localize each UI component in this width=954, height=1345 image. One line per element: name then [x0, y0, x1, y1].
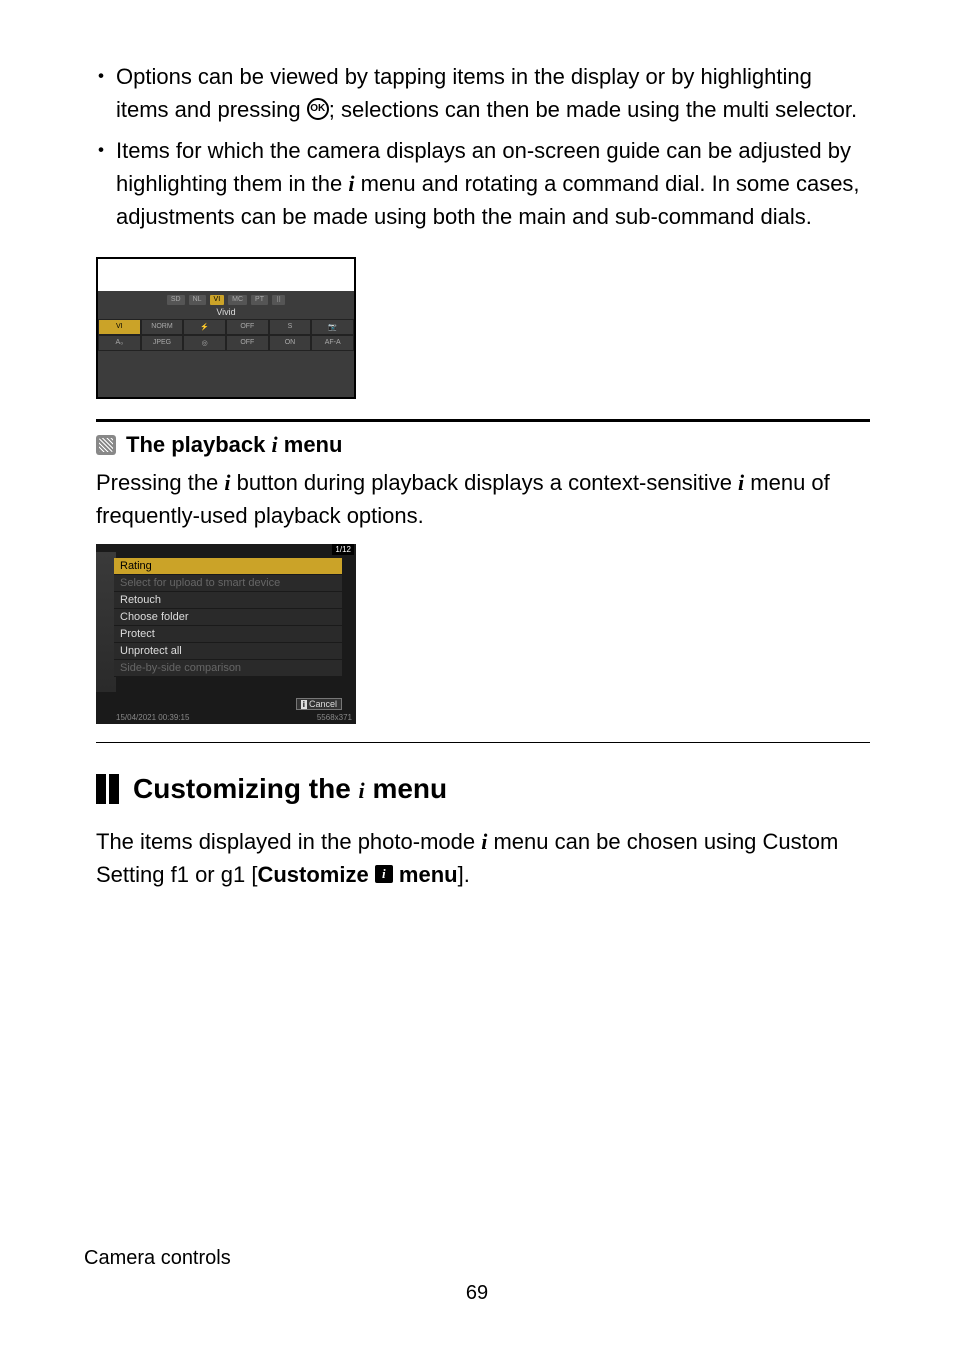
display-cell: A₀ — [98, 335, 141, 351]
title-text: Customizing the — [133, 773, 359, 804]
display-cell-highlighted: VI — [98, 319, 141, 335]
body-strong: menu — [393, 862, 458, 887]
playback-menu-item-highlighted: Rating — [114, 558, 342, 575]
playback-menu-item-disabled: Side-by-side comparison — [114, 660, 342, 677]
playback-menu-item: Protect — [114, 626, 342, 643]
display-cell: ON — [269, 335, 312, 351]
cancel-label: Cancel — [309, 699, 337, 709]
body-text: Pressing the — [96, 470, 224, 495]
display-cell: 📷 — [311, 319, 354, 335]
display-tab-active: VI — [210, 295, 225, 305]
playback-menu-item-disabled: Select for upload to smart device — [114, 575, 342, 592]
title-text: menu — [278, 432, 343, 457]
body-strong: Customize — [257, 862, 374, 887]
subsection-title: The playback i menu — [126, 432, 342, 458]
body-text: button during playback displays a contex… — [231, 470, 739, 495]
display-tab: ⠿ — [272, 295, 285, 305]
title-text: The playback — [126, 432, 272, 457]
playback-timestamp: 15/04/2021 00:39:15 — [116, 713, 189, 722]
camera-display-shooting: SD NL VI MC PT ⠿ Vivid VI NORM ⚡ OFF S 📷… — [96, 257, 356, 399]
display-top-blank — [98, 259, 354, 291]
footer-section-label: Camera controls — [84, 1247, 870, 1270]
display-cell: NORM — [141, 319, 184, 335]
display-cell: AF-A — [311, 335, 354, 351]
display-cell: ◎ — [183, 335, 226, 351]
section-marker-icon — [96, 774, 119, 804]
ok-icon: OK — [307, 98, 329, 120]
bullet-item-1: Options can be viewed by tapping items i… — [96, 60, 870, 126]
display-tab: NL — [189, 295, 206, 305]
body-text: ]. — [458, 862, 470, 887]
display-cell: ⚡ — [183, 319, 226, 335]
display-picture-control-label: Vivid — [98, 305, 354, 319]
subsection-header: The playback i menu — [96, 432, 870, 458]
playback-footer: 15/04/2021 00:39:15 5568x371 — [96, 713, 356, 724]
note-icon — [96, 435, 116, 455]
display-cell: JPEG — [141, 335, 184, 351]
display-cell: OFF — [226, 319, 269, 335]
page-footer: Camera controls 69 — [84, 1247, 870, 1305]
i-box-icon: i — [301, 700, 307, 709]
playback-counter: 1/12 — [332, 544, 354, 555]
display-grid: VI NORM ⚡ OFF S 📷 A₀ JPEG ◎ OFF ON AF-A — [98, 319, 354, 351]
bullet-list: Options can be viewed by tapping items i… — [96, 60, 870, 233]
playback-menu-item: Unprotect all — [114, 643, 342, 660]
section-body: The items displayed in the photo-mode i … — [96, 825, 870, 891]
bullet-text: ; selections can then be made using the … — [329, 97, 857, 122]
section-header: Customizing the i menu — [96, 773, 870, 805]
playback-menu-item: Retouch — [114, 592, 342, 609]
playback-menu-list: Rating Select for upload to smart device… — [114, 558, 342, 677]
section-title: Customizing the i menu — [133, 773, 447, 805]
playback-thumbnail — [96, 552, 116, 692]
playback-cancel-button: iCancel — [296, 698, 342, 710]
title-text: menu — [365, 773, 447, 804]
playback-menu-item: Choose folder — [114, 609, 342, 626]
page-number: 69 — [84, 1282, 870, 1305]
i-menu-box-icon: i — [375, 865, 393, 883]
body-text: The items displayed in the photo-mode — [96, 829, 481, 854]
display-cell: S — [269, 319, 312, 335]
playback-dimensions: 5568x371 — [317, 713, 352, 722]
display-tabs: SD NL VI MC PT ⠿ — [98, 291, 354, 305]
camera-display-playback-menu: 1/12 Rating Select for upload to smart d… — [96, 544, 356, 724]
display-tab: SD — [167, 295, 185, 305]
divider — [96, 419, 870, 422]
divider — [96, 742, 870, 743]
display-tab: MC — [228, 295, 247, 305]
display-cell: OFF — [226, 335, 269, 351]
subsection-body: Pressing the i button during playback di… — [96, 466, 870, 532]
display-tab: PT — [251, 295, 268, 305]
bullet-item-2: Items for which the camera displays an o… — [96, 134, 870, 233]
